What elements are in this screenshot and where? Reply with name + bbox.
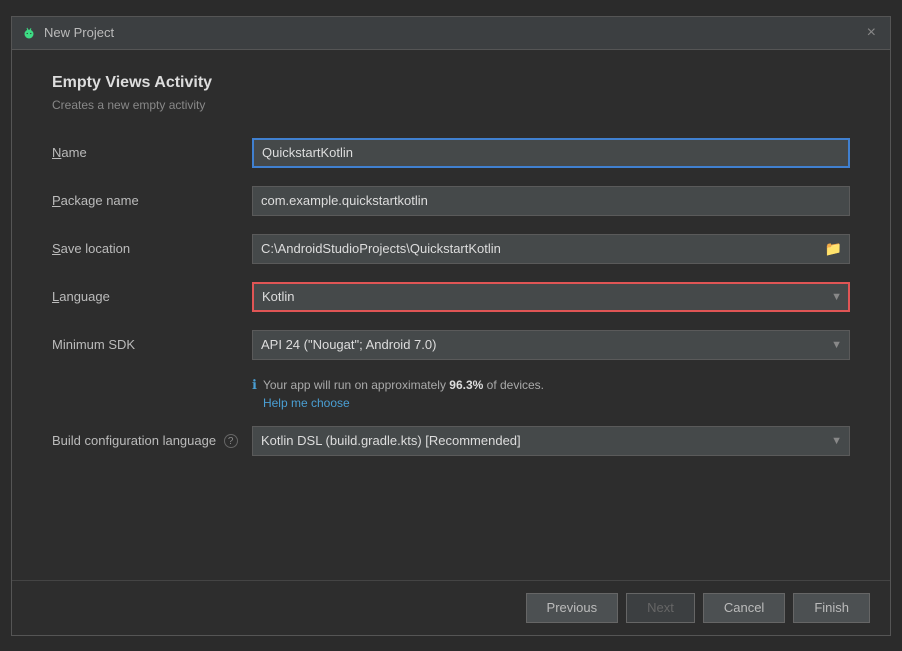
info-text-prefix: Your app will run on approximately — [263, 378, 449, 392]
finish-button[interactable]: Finish — [793, 593, 870, 623]
language-select[interactable]: Kotlin Java — [252, 282, 850, 312]
info-percent: 96.3% — [449, 378, 483, 392]
save-location-row: Save location 📁 — [52, 232, 850, 266]
minimum-sdk-label: Minimum SDK — [52, 337, 252, 352]
save-location-label: Save location — [52, 241, 252, 256]
dialog-title: New Project — [44, 25, 855, 40]
save-location-input[interactable] — [252, 234, 850, 264]
save-location-wrap: 📁 — [252, 234, 850, 264]
package-name-input[interactable] — [252, 186, 850, 216]
dialog-footer: Previous Next Cancel Finish — [12, 580, 890, 635]
next-button[interactable]: Next — [626, 593, 695, 623]
language-row: Language Kotlin Java ▼ — [52, 280, 850, 314]
language-select-wrap: Kotlin Java ▼ — [252, 282, 850, 312]
minimum-sdk-row: Minimum SDK API 24 ("Nougat"; Android 7.… — [52, 328, 850, 362]
package-name-row: Package name — [52, 184, 850, 218]
browse-folder-button[interactable]: 📁 — [821, 238, 846, 259]
sdk-info-text: Your app will run on approximately 96.3%… — [263, 376, 544, 410]
title-bar: New Project × — [12, 17, 890, 50]
name-input[interactable] — [252, 138, 850, 168]
close-button[interactable]: × — [863, 23, 880, 43]
name-label: Name — [52, 145, 252, 160]
sdk-info-row: ℹ Your app will run on approximately 96.… — [252, 376, 850, 410]
package-name-input-wrap — [252, 186, 850, 216]
minimum-sdk-select-wrap: API 24 ("Nougat"; Android 7.0) API 21 ("… — [252, 330, 850, 360]
build-config-label: Build configuration language ? — [52, 433, 252, 449]
build-config-select-wrap: Kotlin DSL (build.gradle.kts) [Recommend… — [252, 426, 850, 456]
section-subtitle: Creates a new empty activity — [52, 98, 850, 112]
build-config-select[interactable]: Kotlin DSL (build.gradle.kts) [Recommend… — [252, 426, 850, 456]
info-icon: ℹ — [252, 377, 257, 393]
new-project-dialog: New Project × Empty Views Activity Creat… — [11, 16, 891, 636]
previous-button[interactable]: Previous — [526, 593, 619, 623]
android-icon — [22, 26, 36, 40]
minimum-sdk-select[interactable]: API 24 ("Nougat"; Android 7.0) API 21 ("… — [252, 330, 850, 360]
package-name-label: Package name — [52, 193, 252, 208]
language-label: Language — [52, 289, 252, 304]
section-title: Empty Views Activity — [52, 74, 850, 92]
name-row: Name — [52, 136, 850, 170]
dialog-content: Empty Views Activity Creates a new empty… — [12, 50, 890, 580]
build-config-row: Build configuration language ? Kotlin DS… — [52, 424, 850, 458]
build-config-help-icon[interactable]: ? — [224, 434, 238, 448]
cancel-button[interactable]: Cancel — [703, 593, 785, 623]
help-me-choose-link[interactable]: Help me choose — [263, 396, 544, 410]
name-input-wrap — [252, 138, 850, 168]
info-text-suffix: of devices. — [483, 378, 544, 392]
